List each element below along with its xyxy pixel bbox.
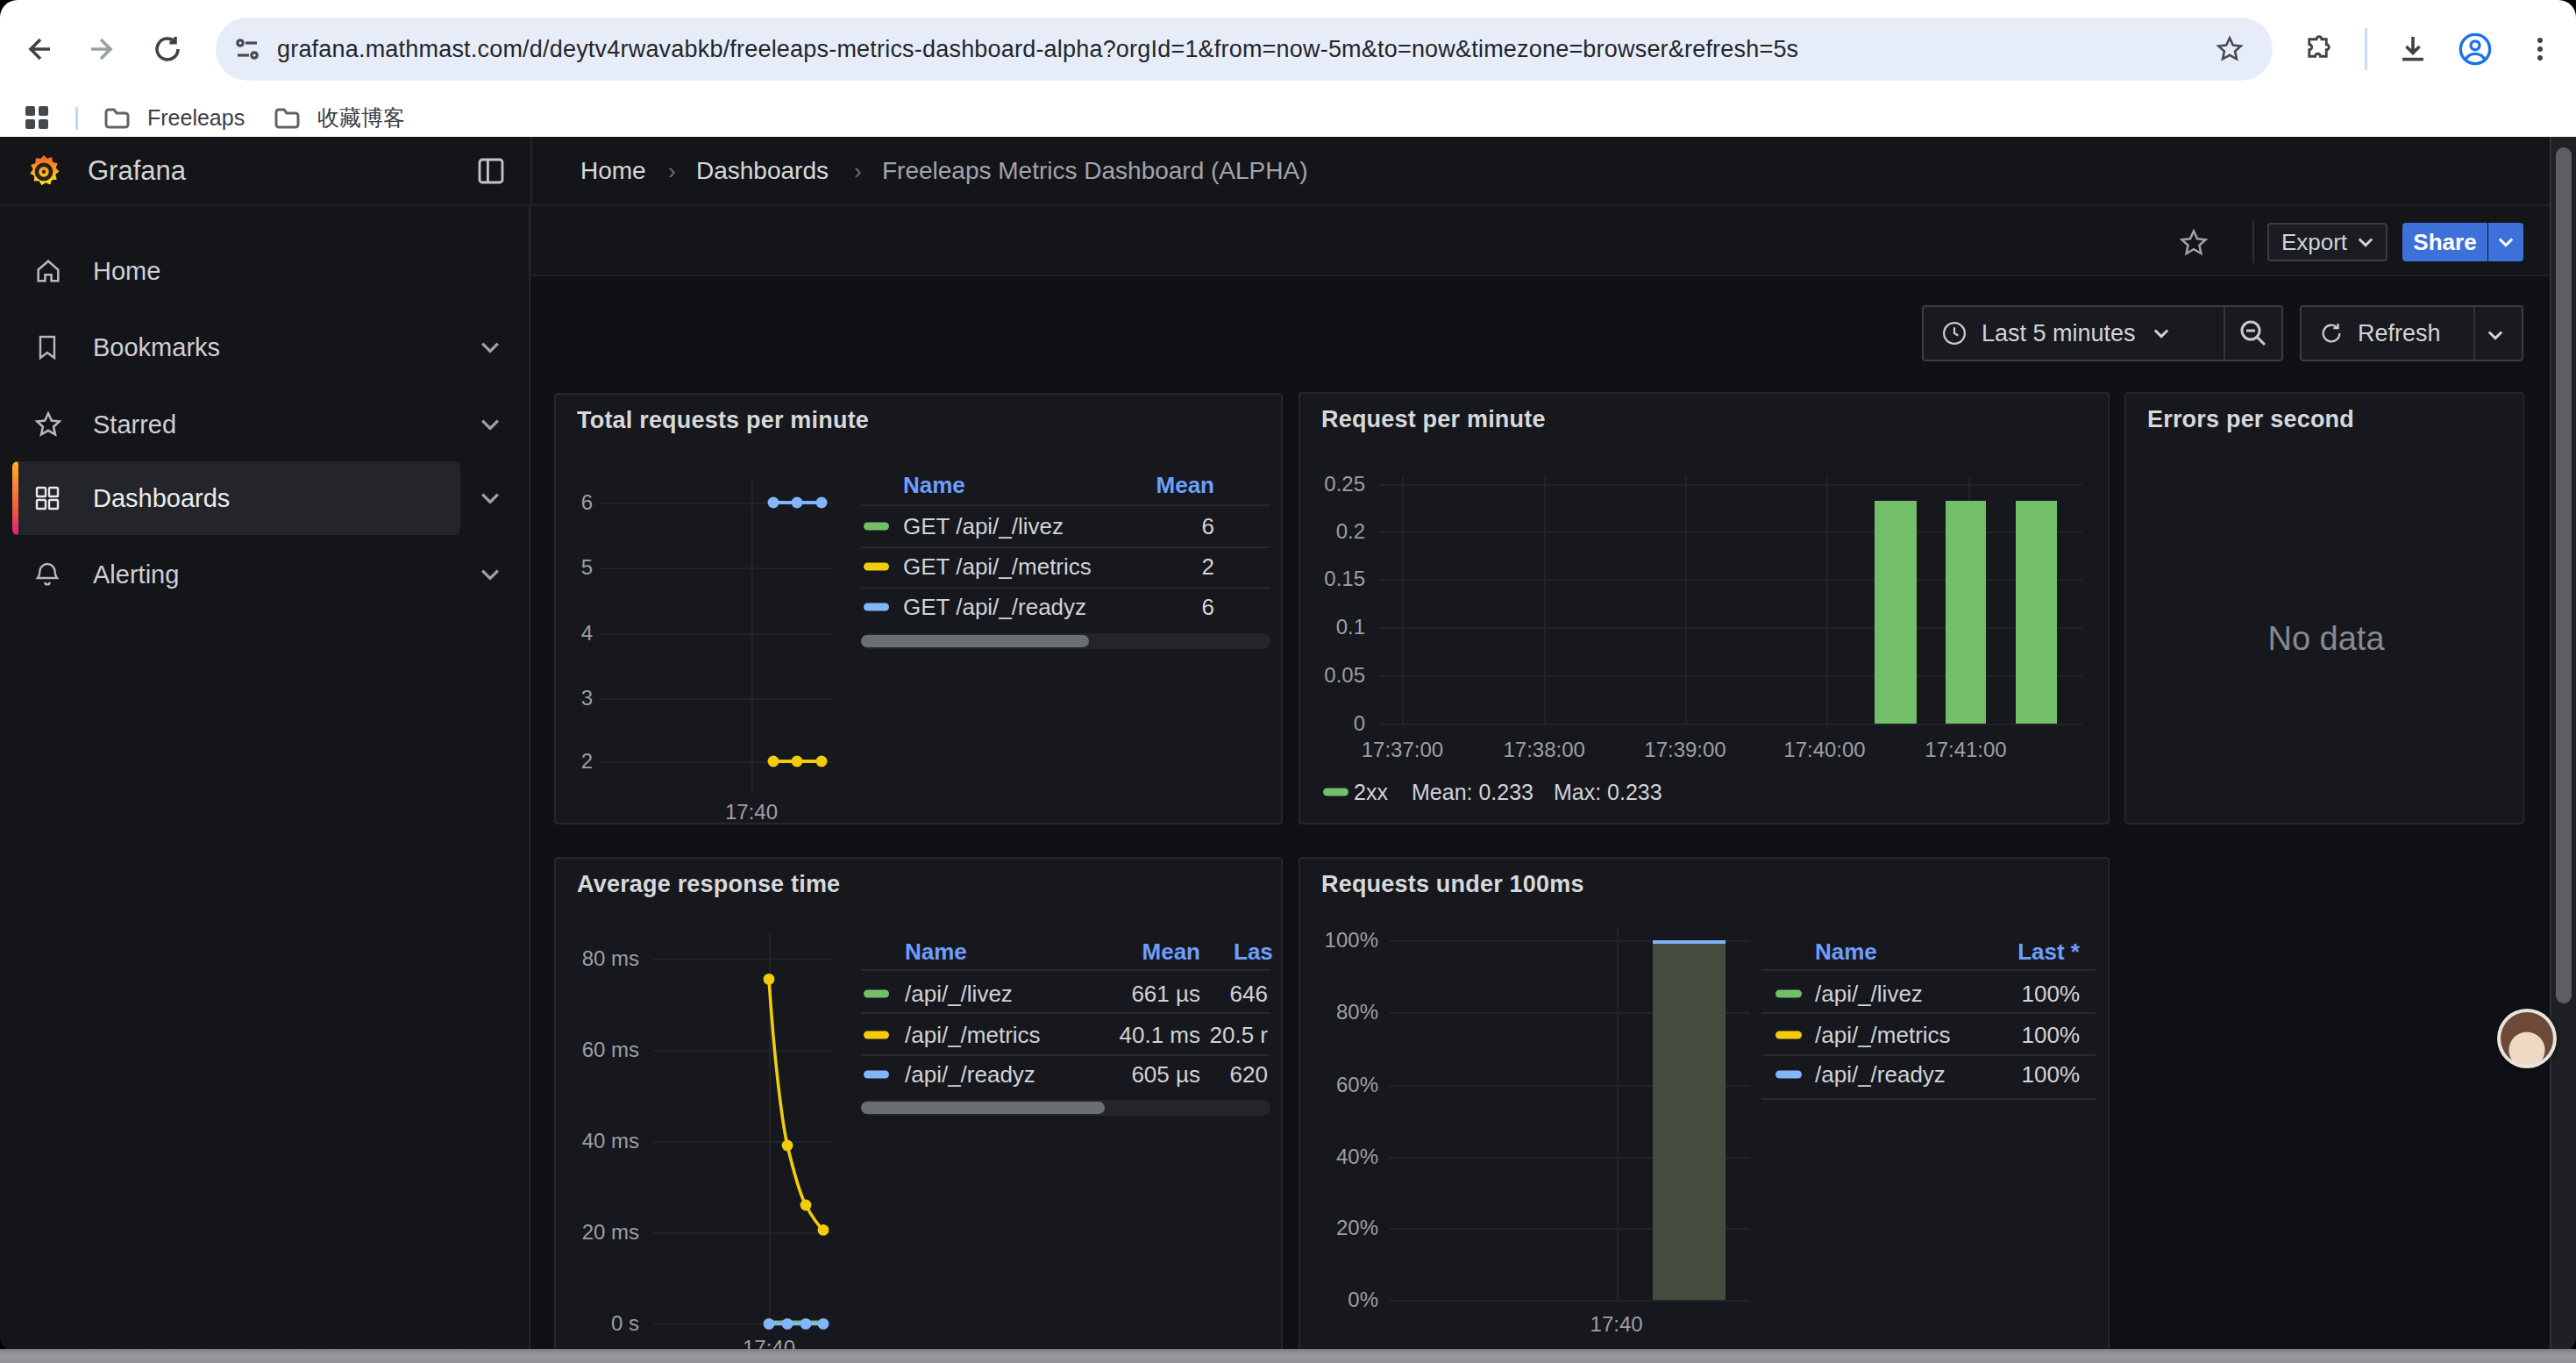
assistant-avatar[interactable]: [2497, 1009, 2557, 1068]
breadcrumb-separator: ›: [668, 157, 676, 184]
series-chip[interactable]: [1775, 1071, 1802, 1079]
chevron-down-icon[interactable]: [480, 568, 500, 581]
panel-title[interactable]: Request per minute: [1321, 406, 1546, 433]
bar-2xx[interactable]: [1946, 501, 1986, 724]
panel-errors-per-second: Errors per second No data: [2124, 392, 2524, 824]
forward-icon[interactable]: [88, 33, 119, 65]
series-chip[interactable]: [864, 563, 889, 571]
zoom-out-icon[interactable]: [2239, 319, 2267, 347]
dock-menu-icon[interactable]: [477, 157, 505, 185]
bookmark-icon: [33, 332, 61, 362]
panel-title[interactable]: Requests under 100ms: [1321, 871, 1584, 898]
chevron-down-icon: [2498, 237, 2514, 247]
panel-title[interactable]: Total requests per minute: [577, 407, 869, 434]
folder-icon: [274, 106, 301, 129]
legend-scrollbar-thumb[interactable]: [861, 1102, 1105, 1114]
bookmark-star-icon[interactable]: [2215, 34, 2245, 64]
divider: [2473, 307, 2475, 360]
page-scrollbar-thumb[interactable]: [2556, 147, 2572, 1003]
series-chip[interactable]: [864, 523, 889, 531]
panel-request-per-minute: Request per minute 0.25 0.2 0.15 0.1 0.0…: [1299, 392, 2110, 824]
browser-window: grafana.mathmast.com/d/deytv4rwavabkb/fr…: [0, 0, 2576, 1352]
breadcrumb-home[interactable]: Home: [580, 157, 646, 185]
bookmark-folder-freeleaps[interactable]: Freeleaps: [147, 105, 245, 131]
dashboard-canvas: Last 5 minutes Refresh Total requests pe…: [530, 276, 2576, 1352]
star-icon: [33, 410, 63, 439]
back-icon[interactable]: [22, 33, 53, 65]
chevron-down-icon[interactable]: [480, 418, 500, 431]
bell-icon: [33, 560, 61, 589]
share-button[interactable]: Share: [2402, 223, 2487, 261]
sidebar-item-home[interactable]: Home: [0, 234, 530, 308]
bar-2xx[interactable]: [1875, 501, 1917, 724]
sidebar-item-starred[interactable]: Starred: [0, 388, 530, 461]
series-chip[interactable]: [864, 1031, 889, 1039]
chevron-down-icon: [2358, 237, 2373, 247]
bookmarks-bar: Freeleaps 收藏博客: [0, 98, 2576, 137]
bookmarks-separator: [75, 107, 78, 130]
home-icon: [33, 256, 63, 286]
grafana-logo[interactable]: [25, 152, 62, 190]
chevron-down-icon[interactable]: [480, 492, 500, 504]
panel-total-requests: Total requests per minute 6 5 4 3 2 17:4…: [554, 393, 1283, 824]
breadcrumb-separator: ›: [854, 157, 862, 184]
nav-menu: Home Bookmarks Starred: [0, 206, 530, 1352]
bookmark-folder-blogs[interactable]: 收藏博客: [317, 103, 405, 132]
reload-icon[interactable]: [153, 34, 182, 64]
chevron-down-icon: [2487, 330, 2503, 340]
series-chip[interactable]: [1323, 789, 1348, 796]
refresh-interval-dropdown[interactable]: [2487, 330, 2503, 340]
dashboards-icon: [33, 484, 61, 512]
chevron-down-icon[interactable]: [480, 341, 500, 353]
window-bottom-edge: [0, 1349, 2576, 1363]
menu-icon[interactable]: [2526, 35, 2554, 63]
breadcrumb-dashboards[interactable]: Dashboards: [696, 157, 829, 185]
site-settings-icon[interactable]: [234, 36, 260, 62]
series-chip[interactable]: [1775, 990, 1802, 998]
series-chip[interactable]: [1775, 1031, 1802, 1039]
panel-title[interactable]: Errors per second: [2147, 406, 2354, 433]
series-chip[interactable]: [864, 603, 889, 611]
share-dropdown-button[interactable]: [2488, 223, 2523, 261]
dashboard-toolbar: Export Share: [530, 206, 2576, 276]
download-icon[interactable]: [2397, 33, 2429, 65]
grafana-header: Grafana Home › Dashboards › Freeleaps Me…: [0, 137, 2576, 206]
bar-2xx[interactable]: [2016, 501, 2057, 724]
extensions-icon[interactable]: [2303, 33, 2335, 65]
toolbar-divider: [2252, 221, 2254, 263]
url-text: grafana.mathmast.com/d/deytv4rwavabkb/fr…: [277, 36, 1798, 63]
time-range-picker[interactable]: Last 5 minutes: [1922, 305, 2283, 361]
bar-under-100ms[interactable]: [1653, 940, 1726, 1300]
star-icon[interactable]: [2178, 227, 2210, 259]
chevron-down-icon: [2153, 328, 2169, 339]
divider: [2224, 307, 2225, 360]
export-button[interactable]: Export: [2267, 223, 2387, 261]
grafana-brand[interactable]: Grafana: [88, 155, 186, 187]
panel-average-response-time: Average response time 80 ms 60 ms 40 ms …: [554, 857, 1283, 1352]
header-divider: [530, 137, 532, 206]
toolbar-separator: [2365, 28, 2367, 70]
apps-grid-icon[interactable]: [25, 106, 48, 129]
legend-scrollbar-thumb[interactable]: [861, 635, 1089, 647]
sidebar-item-dashboards[interactable]: Dashboards: [0, 461, 530, 535]
sidebar-item-alerting[interactable]: Alerting: [0, 538, 530, 611]
refresh-button[interactable]: Refresh: [2300, 305, 2523, 361]
breadcrumb-current: Freeleaps Metrics Dashboard (ALPHA): [882, 157, 1308, 185]
url-bar[interactable]: grafana.mathmast.com/d/deytv4rwavabkb/fr…: [216, 18, 2273, 81]
series-chip[interactable]: [864, 1071, 889, 1079]
page-scrollbar[interactable]: [2550, 137, 2576, 1352]
refresh-icon: [2319, 321, 2344, 346]
profile-icon[interactable]: [2458, 32, 2493, 67]
sidebar-item-bookmarks[interactable]: Bookmarks: [0, 310, 530, 384]
clock-icon: [1941, 320, 1968, 346]
folder-icon: [104, 106, 131, 129]
panel-requests-under-100ms: Requests under 100ms 100% 80% 60% 40% 20…: [1299, 857, 2110, 1352]
browser-toolbar: grafana.mathmast.com/d/deytv4rwavabkb/fr…: [0, 0, 2576, 98]
series-chip[interactable]: [864, 990, 889, 998]
